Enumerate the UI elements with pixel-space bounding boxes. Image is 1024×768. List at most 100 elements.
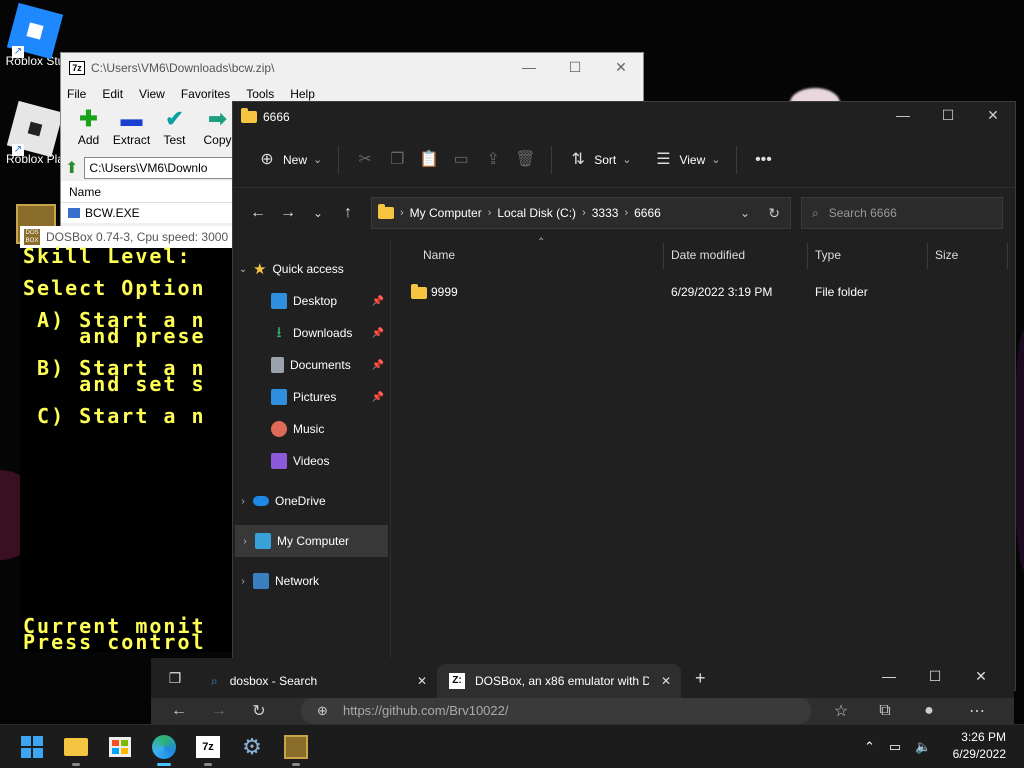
up-button[interactable]: ↑ [333,204,363,222]
taskbar-store[interactable] [104,731,136,763]
column-divider[interactable] [927,243,928,269]
taskbar-7zip[interactable]: 7z [192,731,224,766]
back-button[interactable]: ← [243,204,273,222]
address-history-button[interactable]: ⌄ [740,206,750,220]
new-button[interactable]: ⊕ New ⌄ [251,144,328,176]
back-button[interactable]: ← [159,702,199,720]
column-divider[interactable] [1007,243,1008,269]
column-header-date[interactable]: Date modified [671,248,745,262]
title-bar[interactable]: 7z C:\Users\VM6\Downloads\bcw.zip\ [61,53,643,83]
explorer-body: ⌄ ★ Quick access Desktop 📌 ⭳ Downloads 📌… [233,237,1015,690]
file-name: BCW.EXE [85,206,140,220]
add-button[interactable]: ✚ Add [67,105,110,155]
dosbox-window[interactable]: DOS BOX DOSBox 0.74-3, Cpu speed: 3000 Sk… [20,226,232,652]
refresh-button[interactable]: ↻ [239,701,279,721]
close-button[interactable]: ✕ [978,107,1008,127]
maximize-button[interactable]: ☐ [925,668,945,685]
trash-icon: 🗑 [515,150,536,168]
table-row[interactable]: 9999 6/29/2022 3:19 PM File folder [391,281,1015,305]
document-icon [271,357,284,373]
paste-button[interactable]: 📋 [413,144,445,176]
search-input[interactable]: ⌕ Search 6666 [801,197,1003,229]
breadcrumb-3333[interactable]: 3333 [592,206,619,220]
divider [338,145,340,174]
maximize-button[interactable]: ☐ [567,59,583,75]
copy-button[interactable]: ❐ [381,144,413,176]
collections-button[interactable]: ⧉ [865,702,905,720]
breadcrumb-my-computer[interactable]: My Computer [410,206,482,220]
new-tab-button[interactable]: + [695,668,706,689]
taskbar-settings[interactable]: ⚙ [236,731,268,763]
menu-edit[interactable]: Edit [102,87,123,101]
recent-locations-button[interactable]: ⌄ [303,206,333,220]
menu-view[interactable]: View [139,87,165,101]
nav-pictures[interactable]: Pictures 📌 [233,381,390,413]
profile-avatar[interactable]: ● [909,702,949,720]
tab-dosbox-search[interactable]: ⌕ dosbox - Search ✕ [199,664,437,698]
nav-documents[interactable]: Documents 📌 [233,349,390,381]
nav-videos[interactable]: Videos [233,445,390,477]
close-tab-icon[interactable]: ✕ [417,674,427,688]
nav-quick-access[interactable]: ⌄ ★ Quick access [233,253,390,285]
column-divider[interactable] [807,243,808,269]
search-icon: ⌕ [211,673,218,688]
folder-icon [411,284,433,302]
close-button[interactable]: ✕ [613,59,629,75]
sort-button[interactable]: ⇅ Sort ⌄ [562,144,637,176]
taskbar-dosbox[interactable] [280,731,312,766]
column-header-size[interactable]: Size [935,248,958,262]
test-button[interactable]: ✔ Test [153,105,196,155]
forward-button[interactable]: → [273,204,303,222]
breadcrumb-local-disk[interactable]: Local Disk (C:) [497,206,576,220]
minimize-button[interactable]: — [879,668,899,684]
extract-button[interactable]: ▬ Extract [110,105,153,155]
maximize-button[interactable]: ☐ [933,107,963,127]
refresh-button[interactable]: ↻ [768,205,780,222]
clock[interactable]: 3:26 PM 6/29/2022 [953,729,1006,763]
menu-file[interactable]: File [67,87,86,101]
menu-tools[interactable]: Tools [246,87,274,101]
more-menu-button[interactable]: ⋯ [957,701,997,721]
tab-dosbox-github[interactable]: Z: DOSBox, an x86 emulator with D ✕ [437,664,681,698]
menu-favorites[interactable]: Favorites [181,87,230,101]
delete-button[interactable]: 🗑 [509,144,541,176]
sort-label: Sort [594,152,617,167]
nav-my-computer[interactable]: › My Computer [235,525,388,557]
browser-toolbar: ← → ↻ ⊕ https://github.com/Brv10022/ ☆ ⧉… [151,698,1014,724]
close-button[interactable]: ✕ [971,668,991,685]
nav-downloads[interactable]: ⭳ Downloads 📌 [233,317,390,349]
view-button[interactable]: ☰ View ⌄ [647,144,726,176]
column-header-type[interactable]: Type [815,248,841,262]
favorites-button[interactable]: ☆ [821,701,861,721]
nav-onedrive[interactable]: › OneDrive [233,485,390,517]
taskbar-edge[interactable] [148,731,180,766]
column-divider[interactable] [663,243,664,269]
nav-music[interactable]: Music [233,413,390,445]
rename-button[interactable]: ▭ [445,144,477,176]
start-button[interactable] [16,731,48,763]
address-bar[interactable]: ⊕ https://github.com/Brv10022/ [301,698,811,724]
close-tab-icon[interactable]: ✕ [661,674,671,688]
volume-icon[interactable]: 🔈 [915,739,931,755]
network-icon[interactable]: ▭ [889,739,901,755]
taskbar-file-explorer[interactable] [60,731,92,766]
cut-button[interactable]: ✂ [349,144,381,176]
breadcrumb-6666[interactable]: 6666 [634,206,661,220]
menu-help[interactable]: Help [290,87,315,101]
nav-desktop[interactable]: Desktop 📌 [233,285,390,317]
nav-network[interactable]: › Network [233,565,390,597]
column-header-name[interactable]: Name [423,248,455,262]
more-options-button[interactable]: ••• [747,144,779,176]
up-folder-icon[interactable]: ⬆ [65,158,78,178]
command-bar: ⊕ New ⌄ ✂ ❐ 📋 ▭ ⇪ 🗑 ⇅ Sort ⌄ ☰ View ⌄ ••… [233,132,1015,188]
plus-icon: ✚ [79,106,98,131]
download-icon: ⭳ [276,324,282,341]
share-button[interactable]: ⇪ [477,144,509,176]
tab-actions-icon[interactable]: ❐ [151,670,199,687]
desktop-icon [271,293,287,309]
minimize-button[interactable]: — [888,107,918,127]
minimize-button[interactable]: — [521,59,537,75]
chevron-up-icon[interactable]: ⌃ [864,739,875,755]
address-bar[interactable]: › My Computer › Local Disk (C:) › 3333 ›… [371,197,791,229]
forward-button[interactable]: → [199,702,239,720]
